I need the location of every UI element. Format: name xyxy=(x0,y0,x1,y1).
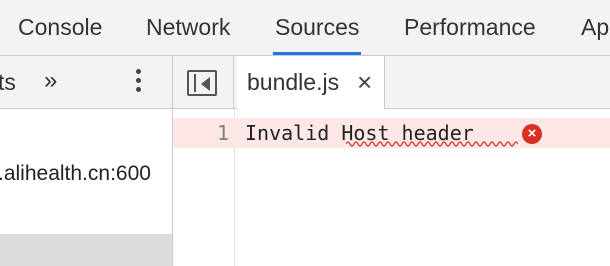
navigator-selected-row[interactable] xyxy=(0,234,172,266)
editor-pane: bundle.js × 1 Invalid Host header × xyxy=(173,56,610,266)
file-tab-label: bundle.js xyxy=(247,69,340,95)
navigator-pane: ts » .alihealth.cn:600 xyxy=(0,56,172,266)
toggle-navigator-icon[interactable] xyxy=(187,70,217,96)
kebab-dot xyxy=(135,78,141,83)
kebab-menu-icon[interactable] xyxy=(134,69,142,97)
close-icon[interactable]: × xyxy=(357,56,372,108)
navigator-tree-item[interactable]: .alihealth.cn:600 xyxy=(0,157,151,191)
navigator-toolbar: ts » xyxy=(0,56,172,109)
error-icon[interactable]: × xyxy=(522,124,542,144)
toolbar-separator xyxy=(233,56,234,108)
file-tab-bundle-js[interactable]: bundle.js × xyxy=(237,56,385,109)
kebab-dot xyxy=(135,87,141,92)
devtools-main-tabbar: Console Network Sources Performance Ap xyxy=(0,0,610,56)
toggle-navigator-bar xyxy=(194,74,196,92)
tab-performance[interactable]: Performance xyxy=(404,0,536,55)
error-squiggle xyxy=(346,141,518,147)
tab-sources-label: Sources xyxy=(275,14,360,40)
line-number: 1 xyxy=(216,121,229,145)
more-tabs-chevron-icon[interactable]: » xyxy=(44,56,58,108)
tab-sources[interactable]: Sources xyxy=(273,0,362,55)
tab-application[interactable]: Ap xyxy=(581,0,609,55)
editor-toolbar: bundle.js × xyxy=(173,56,610,109)
active-tab-indicator xyxy=(273,52,362,55)
more-tabs-glyph: » xyxy=(44,67,58,94)
devtools-window: Console Network Sources Performance Ap t… xyxy=(0,0,610,266)
tab-network[interactable]: Network xyxy=(146,0,230,55)
kebab-dot xyxy=(135,69,141,74)
tab-console[interactable]: Console xyxy=(18,0,102,55)
navigator-tab[interactable]: ts xyxy=(0,56,16,108)
toggle-navigator-arrow xyxy=(201,77,210,91)
